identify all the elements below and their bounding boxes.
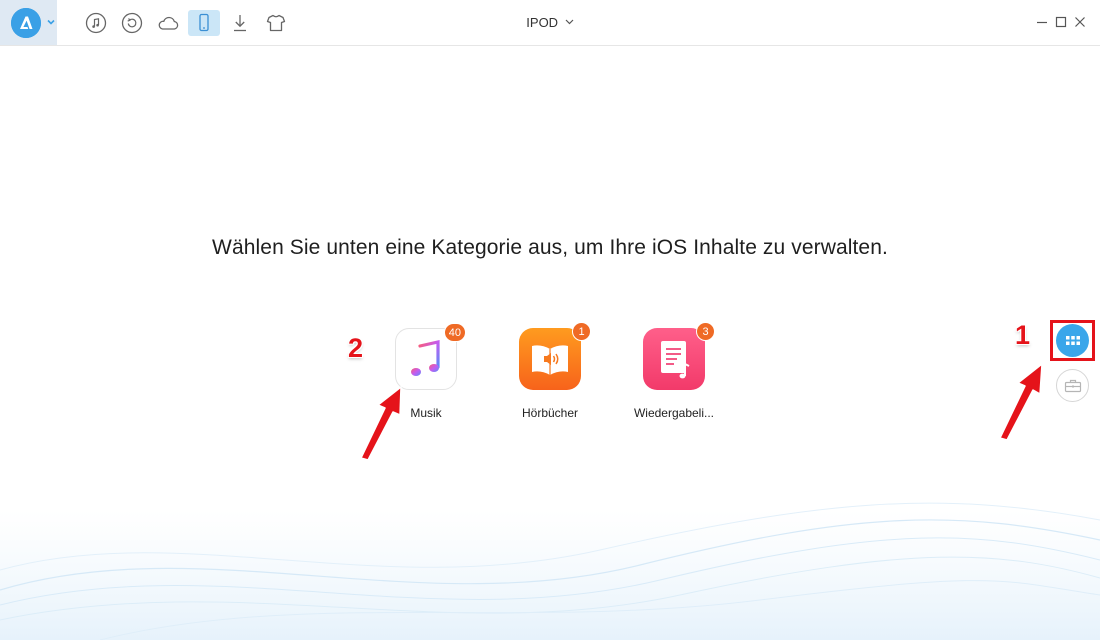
shirt-icon[interactable]	[263, 10, 289, 36]
annotation-marker-1: 1	[1015, 320, 1031, 350]
app-logo-icon	[11, 8, 41, 38]
title-bar: IPOD	[0, 0, 1100, 46]
category-hoerbuecher[interactable]: 1 Hörbücher	[495, 322, 605, 420]
count-badge: 3	[696, 322, 715, 341]
minimize-icon	[1037, 21, 1047, 24]
annotation-marker-2: 2	[348, 333, 364, 363]
music-icon[interactable]	[83, 10, 109, 36]
minimize-button[interactable]	[1035, 15, 1049, 29]
device-selector[interactable]: IPOD	[526, 15, 574, 30]
device-name: IPOD	[526, 15, 559, 30]
device-icon[interactable]	[188, 10, 220, 36]
category-label: Hörbücher	[521, 406, 579, 420]
count-badge: 40	[443, 323, 466, 342]
cloud-icon[interactable]	[155, 10, 181, 36]
app-menu-caret-icon	[47, 19, 55, 25]
close-button[interactable]	[1073, 15, 1087, 29]
chevron-down-icon	[565, 19, 574, 25]
category-wiedergabelisten[interactable]: 3 Wiedergabeli...	[619, 322, 729, 420]
grid-icon	[1065, 335, 1080, 345]
category-tile: 3	[643, 322, 715, 390]
annotation-arrow-1	[999, 363, 1043, 441]
maximize-button[interactable]	[1054, 15, 1068, 29]
category-label: Musik	[410, 406, 442, 420]
download-icon[interactable]	[227, 10, 253, 36]
category-musik[interactable]: 40 Musik	[371, 323, 481, 420]
background-waves	[0, 502, 1100, 640]
audiobook-icon	[532, 345, 568, 375]
toolbox-icon	[1064, 379, 1081, 392]
toolkit-view-button[interactable]	[1056, 369, 1089, 402]
playlist-icon	[661, 341, 690, 379]
maximize-icon	[1055, 16, 1067, 28]
close-icon	[1075, 17, 1085, 27]
page-heading: Wählen Sie unten eine Kategorie aus, um …	[212, 236, 888, 259]
restore-icon[interactable]	[119, 10, 145, 36]
app-menu[interactable]	[0, 0, 57, 45]
category-tile: 1	[519, 322, 591, 390]
count-badge: 1	[572, 322, 591, 341]
category-view-button[interactable]	[1056, 324, 1089, 357]
category-label: Wiedergabeli...	[633, 406, 715, 420]
category-tile: 40	[395, 323, 466, 390]
